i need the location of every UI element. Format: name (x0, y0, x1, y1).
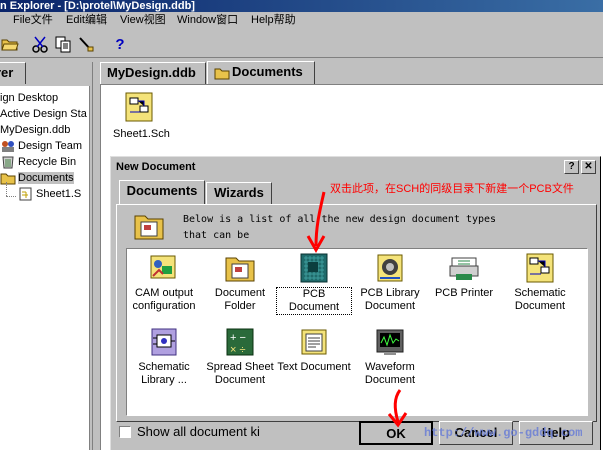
menu-help[interactable]: Help帮助 (251, 13, 296, 27)
toolbar: ? (0, 30, 603, 58)
tree-connector (6, 196, 16, 197)
doc-type-document-folder[interactable]: Document Folder (202, 252, 278, 313)
doc-type-label: PCB Printer (434, 287, 494, 299)
annotation-note: 双击此项，在SCH的同级目录下新建一个PCB文件 (330, 183, 574, 195)
tree-connector (6, 182, 7, 196)
explorer-tab[interactable]: rer (0, 62, 26, 84)
tree-item-design-team[interactable]: Design Team (0, 138, 82, 154)
doc-type-label: PCB Document (276, 287, 352, 315)
tab-documents[interactable]: Documents (207, 61, 315, 85)
dialog-description: Below is a list of all the new design do… (183, 212, 496, 244)
cut-icon[interactable] (30, 34, 50, 54)
svg-text:× ÷: × ÷ (230, 344, 246, 356)
show-all-checkbox-label[interactable]: Show all document ki (137, 424, 275, 440)
tab-label: Documents (232, 64, 303, 79)
tree-item-recycle-bin[interactable]: Recycle Bin (0, 154, 76, 170)
watermark: http://www.go-gddq.com (424, 426, 583, 440)
tree-item-sheet1[interactable]: Sheet1.S (18, 186, 81, 202)
doc-type-label: CAM output configuration (132, 287, 196, 312)
explorer-tree[interactable]: ign Desktop Active Design Sta MyDesign.d… (0, 86, 90, 450)
menu-edit[interactable]: Edit编辑 (66, 13, 107, 27)
tree-item-desktop[interactable]: ign Desktop (0, 90, 58, 106)
dialog-help-button[interactable]: ? (564, 160, 579, 174)
doc-type-label: PCB Library Document (360, 287, 420, 312)
workspace-file-label[interactable]: Sheet1.Sch (113, 128, 170, 140)
tree-item-design-station[interactable]: Active Design Sta (0, 106, 87, 122)
menu-bar: File文件 Edit编辑 View视图 Window窗口 Help帮助 (0, 12, 603, 30)
tree-item-label: Active Design Sta (0, 108, 87, 120)
tree-item-label: Sheet1.S (36, 188, 82, 200)
doc-type-spreadsheet[interactable]: + − × ÷ Spread Sheet Document (202, 326, 278, 387)
explorer-tab-label: rer (0, 65, 14, 80)
tree-item-label: Design Team (18, 140, 82, 152)
doc-type-schematic-document[interactable]: Schematic Document (502, 252, 578, 313)
document-folder-icon (224, 252, 256, 284)
panel-splitter[interactable] (92, 62, 98, 450)
doc-type-cam-output[interactable]: CAM output configuration (126, 252, 202, 313)
doc-type-label: Schematic Document (514, 287, 566, 312)
tab-mydesign-ddb[interactable]: MyDesign.ddb (100, 62, 206, 84)
menu-window[interactable]: Window窗口 (177, 13, 238, 27)
window-title: n Explorer - [D:\protel\MyDesign.ddb] (0, 0, 195, 12)
tree-item-database[interactable]: MyDesign.ddb (0, 122, 70, 138)
waveform-icon (374, 326, 406, 358)
tab-label: Wizards (214, 185, 264, 200)
document-tabs: MyDesign.ddb Documents (100, 61, 603, 85)
menu-file[interactable]: File文件 (13, 13, 53, 27)
window-title-bar[interactable]: n Explorer - [D:\protel\MyDesign.ddb] (0, 0, 603, 12)
tree-item-label: Recycle Bin (18, 156, 77, 168)
text-document-icon (298, 326, 330, 358)
show-all-checkbox[interactable] (119, 426, 131, 438)
doc-type-label: Schematic Library ... (138, 361, 190, 386)
dialog-title: New Document (116, 161, 196, 173)
pcb-printer-icon (448, 252, 480, 284)
tab-documents-dialog[interactable]: Documents (119, 180, 205, 205)
doc-type-pcb-document[interactable]: PCB Document (276, 252, 352, 315)
schematic-document-icon (524, 252, 556, 284)
cam-output-icon (148, 252, 180, 284)
folder-icon (0, 171, 16, 185)
pcb-document-icon (298, 252, 330, 284)
svg-text:+ −: + − (230, 332, 246, 344)
open-folder-icon[interactable] (0, 34, 20, 54)
paste-icon[interactable] (76, 34, 96, 54)
doc-type-pcb-printer[interactable]: PCB Printer (426, 252, 502, 300)
schematic-library-icon (148, 326, 180, 358)
doc-type-label: Text Document (277, 361, 351, 373)
recycle-bin-icon (0, 155, 16, 169)
arrow-down-icon (387, 389, 408, 428)
dialog-close-button[interactable]: ✕ (581, 160, 596, 174)
schematic-sheet-icon[interactable] (124, 92, 156, 124)
doc-type-waveform[interactable]: Waveform Document (352, 326, 428, 387)
team-icon (0, 139, 16, 153)
schematic-sheet-icon (18, 187, 34, 201)
tab-label: MyDesign.ddb (107, 65, 196, 80)
doc-type-label: Spread Sheet Document (206, 361, 274, 386)
copy-icon[interactable] (53, 34, 73, 54)
tree-item-label: MyDesign.ddb (0, 124, 71, 136)
tab-label: Documents (126, 183, 198, 198)
pcb-library-icon (374, 252, 406, 284)
description-line: that can be (183, 230, 250, 241)
tree-item-label: Documents (18, 172, 74, 184)
folder-icon (214, 66, 230, 80)
doc-type-pcb-library[interactable]: PCB Library Document (352, 252, 428, 313)
menu-view[interactable]: View视图 (120, 13, 166, 27)
tab-wizards[interactable]: Wizards (206, 182, 272, 204)
description-line: Below is a list of all the new design do… (183, 214, 497, 225)
help-question-icon[interactable]: ? (110, 34, 130, 54)
doc-type-label: Document Folder (214, 287, 266, 312)
tree-item-documents[interactable]: Documents (0, 170, 74, 186)
doc-type-schematic-library[interactable]: Schematic Library ... (126, 326, 202, 387)
document-folder-header-icon (133, 210, 165, 242)
spreadsheet-icon: + − × ÷ (224, 326, 256, 358)
tree-item-label: ign Desktop (0, 92, 59, 104)
doc-type-text-document[interactable]: Text Document (276, 326, 352, 374)
arrow-down-icon (306, 191, 326, 254)
doc-type-label: Waveform Document (364, 361, 416, 386)
dialog-title-bar[interactable]: New Document ? ✕ (113, 158, 599, 176)
